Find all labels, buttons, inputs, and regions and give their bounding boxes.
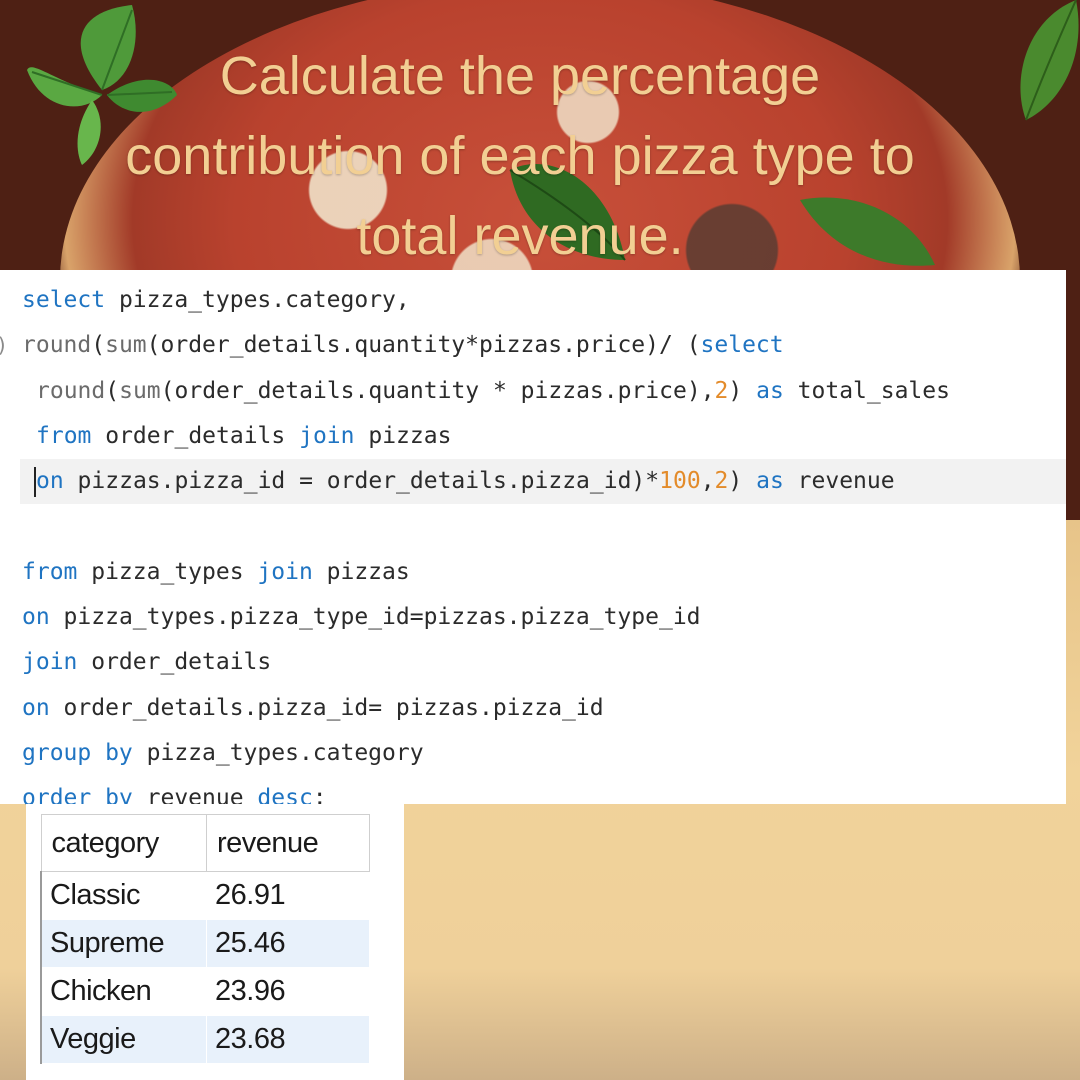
table-row[interactable]: Veggie 23.68 — [40, 1015, 370, 1064]
keyword: select — [22, 287, 106, 313]
code-line-3: round(sum(order_details.quantity * pizza… — [0, 369, 1066, 414]
keyword: as — [756, 377, 784, 404]
keyword: from — [22, 558, 78, 585]
code-line-1: select pizza_types.category, — [0, 278, 1066, 323]
code-line-2: ) round(sum(order_details.quantity*pizzas… — [0, 323, 1066, 368]
cell-revenue[interactable]: 25.46 — [206, 919, 370, 968]
table-header-row: category revenue — [40, 814, 370, 872]
keyword: join — [22, 649, 78, 676]
column-header-category[interactable]: category — [40, 814, 207, 872]
title-line-1: Calculate the percentage — [219, 46, 821, 106]
table-row[interactable]: Classic 26.91 — [40, 871, 370, 920]
cell-category[interactable]: Supreme — [40, 919, 207, 968]
code-text: ) — [728, 468, 757, 495]
column-header-revenue[interactable]: revenue — [206, 814, 370, 872]
page-title: Calculate the percentage contribution of… — [30, 36, 1010, 276]
code-text: (order_details.quantity*pizzas.price)/ ( — [146, 332, 701, 359]
code-text: pizzas — [312, 558, 410, 585]
code-text: ( — [91, 332, 106, 359]
title-line-3: total revenue. — [356, 206, 684, 266]
code-line-10: on order_details.pizza_id= pizzas.pizza_… — [0, 686, 1066, 731]
fold-marker-icon[interactable]: ) — [0, 323, 8, 368]
number-literal: 2 — [714, 377, 729, 404]
table-row[interactable]: Supreme 25.46 — [40, 919, 370, 968]
keyword: as — [756, 468, 784, 495]
code-text: pizza_types.category, — [105, 287, 410, 313]
code-text: (order_details.quantity * pizzas.price), — [160, 377, 715, 404]
result-grid: category revenue Classic 26.91 Supreme 2… — [26, 804, 404, 1080]
number-literal: 100 — [659, 468, 701, 495]
code-text: revenue — [783, 468, 895, 495]
keyword: on — [22, 694, 50, 721]
keyword: on — [36, 468, 64, 495]
code-text: ( — [105, 377, 120, 404]
keyword: join — [299, 422, 355, 449]
cell-category[interactable]: Veggie — [40, 1015, 207, 1064]
keyword: join — [257, 558, 313, 585]
code-text: ) — [728, 377, 757, 404]
code-line-7: from pizza_types join pizzas — [0, 550, 1066, 595]
code-text: pizzas — [354, 422, 452, 449]
title-line-2: contribution of each pizza type to — [125, 126, 915, 186]
cell-revenue[interactable]: 26.91 — [206, 871, 370, 920]
sql-editor[interactable]: select pizza_types.category, )round(sum(… — [0, 270, 1066, 811]
cell-category[interactable]: Chicken — [40, 967, 207, 1016]
code-line-5-active[interactable]: on pizzas.pizza_id = order_details.pizza… — [20, 459, 1066, 505]
function-name: round — [36, 377, 106, 404]
number-literal: 2 — [714, 468, 729, 495]
code-text: pizza_types.pizza_type_id=pizzas.pizza_t… — [49, 604, 701, 631]
keyword: group by — [22, 739, 133, 766]
code-text: pizzas.pizza_id = order_details.pizza_id… — [63, 468, 660, 495]
result-table: category revenue Classic 26.91 Supreme 2… — [40, 814, 370, 1064]
function-name: sum — [105, 332, 147, 359]
keyword: select — [700, 332, 784, 359]
cell-revenue[interactable]: 23.96 — [206, 967, 370, 1016]
function-name: round — [22, 332, 92, 359]
code-line-9: join order_details — [0, 640, 1066, 685]
code-text: total_sales — [783, 377, 950, 404]
code-text: pizza_types.category — [132, 739, 424, 766]
code-line-4: from order_details join pizzas — [0, 414, 1066, 459]
code-line-6-empty — [0, 504, 1066, 549]
keyword: on — [22, 604, 50, 631]
code-line-8: on pizza_types.pizza_type_id=pizzas.pizz… — [0, 595, 1066, 640]
code-text: order_details — [91, 422, 300, 449]
code-text: order_details.pizza_id= pizzas.pizza_id — [49, 694, 604, 721]
basil-leaf-icon — [1020, 0, 1079, 121]
code-text: order_details — [77, 649, 272, 676]
table-row[interactable]: Chicken 23.96 — [40, 967, 370, 1016]
code-text: pizza_types — [77, 558, 258, 585]
function-name: sum — [119, 377, 161, 404]
cell-category[interactable]: Classic — [40, 871, 207, 920]
code-text: , — [700, 468, 715, 495]
code-line-11: group by pizza_types.category — [0, 731, 1066, 776]
cell-revenue[interactable]: 23.68 — [206, 1015, 370, 1064]
text-cursor — [34, 467, 36, 498]
keyword: from — [36, 422, 92, 449]
